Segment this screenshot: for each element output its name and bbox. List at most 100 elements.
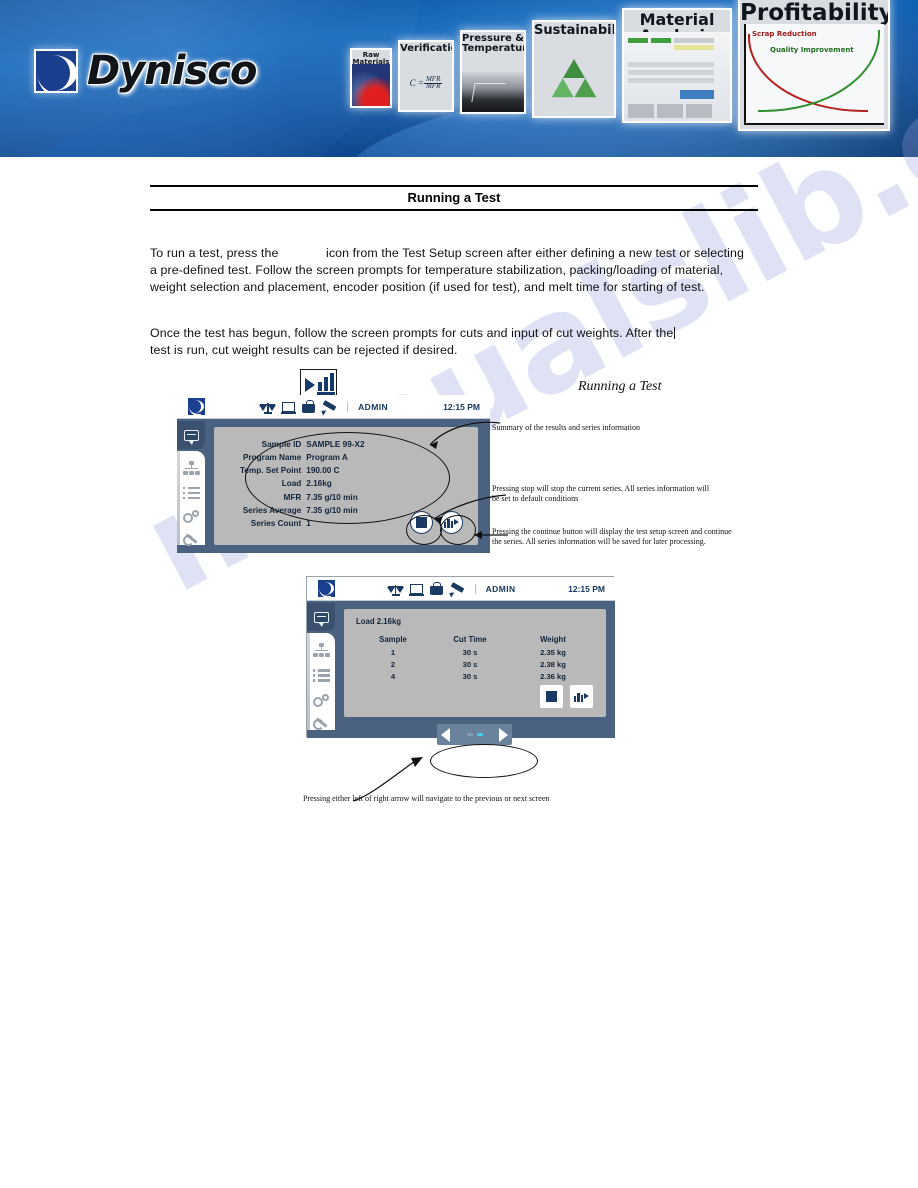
bar-2 bbox=[324, 377, 328, 391]
wrench-icon[interactable] bbox=[312, 718, 330, 730]
result-row: Load 2.16kg bbox=[240, 478, 365, 491]
play-triangle-icon bbox=[305, 378, 315, 392]
cell-cut-time: 30 s bbox=[462, 648, 478, 657]
banner-tile-verification: Verification C = MFR MFR bbox=[398, 40, 454, 112]
material-analysis-art bbox=[624, 32, 730, 121]
result-row: Program Name Program A bbox=[240, 452, 365, 465]
annotation-continue: Pressing the continue button will displa… bbox=[492, 527, 732, 547]
next-screen-arrow[interactable] bbox=[499, 727, 508, 742]
banner-tile-label: Sustainability bbox=[534, 23, 616, 38]
formula-denominator: MFR bbox=[425, 82, 441, 90]
title-rule-top bbox=[150, 185, 758, 187]
device-screenshot-2: ADMIN 12:15 PM Load 2.16kg Sample Cut Ti… bbox=[307, 577, 615, 745]
raw-materials-art bbox=[352, 64, 390, 106]
continue-button[interactable] bbox=[440, 511, 463, 534]
result-value: 1 bbox=[306, 518, 311, 528]
wrench-icon[interactable] bbox=[182, 534, 200, 545]
document-page: manualslib.com Running a Test To run a t… bbox=[0, 0, 918, 1188]
callout-ellipse-nav bbox=[430, 744, 538, 778]
device1-logo-icon bbox=[188, 398, 205, 416]
pen-icon[interactable] bbox=[450, 582, 465, 596]
cell-cut-time: 30 s bbox=[462, 672, 478, 681]
bar-1 bbox=[318, 382, 322, 391]
paragraph-1-lead: To run a test, press the bbox=[150, 246, 279, 260]
device2-logo-icon bbox=[318, 580, 335, 598]
result-key: Temp. Set Point bbox=[240, 466, 302, 476]
result-value: 7.35 g/10 min bbox=[306, 492, 358, 502]
list-icon[interactable] bbox=[312, 668, 330, 682]
cell-sample: 2 bbox=[390, 660, 396, 669]
dynisco-logo-mark-icon bbox=[34, 49, 78, 93]
cell-sample: 4 bbox=[390, 672, 396, 681]
gears-icon[interactable] bbox=[182, 510, 200, 523]
banner-tile-sustainability: Sustainability bbox=[532, 20, 616, 118]
result-key: Sample ID bbox=[261, 440, 302, 449]
result-value: 2.16kg bbox=[306, 479, 332, 489]
banner-tile-raw-materials: Raw Materials bbox=[350, 48, 392, 108]
bar-3 bbox=[330, 373, 334, 391]
pen-icon[interactable] bbox=[322, 400, 337, 414]
device2-load-label: Load 2.16kg bbox=[356, 617, 402, 626]
result-key: Load bbox=[281, 479, 302, 489]
stop-button[interactable] bbox=[540, 685, 563, 708]
table-row: 1 30 s 2.35 kg bbox=[358, 648, 594, 660]
cell-weight: 2.35 kg bbox=[540, 648, 566, 657]
dynisco-logo: Dynisco bbox=[34, 48, 257, 94]
device2-screen: Load 2.16kg Sample Cut Time Weight 1 30 … bbox=[344, 609, 606, 717]
sidebar-item-home[interactable] bbox=[177, 421, 205, 449]
device1-sidebar-list bbox=[177, 451, 205, 545]
device1-sidebar bbox=[177, 419, 205, 553]
device1-body: Sample ID SAMPLE 99-X2 Program Name Prog… bbox=[177, 419, 490, 553]
stop-button[interactable] bbox=[410, 511, 433, 534]
previous-screen-arrow[interactable] bbox=[441, 727, 450, 742]
continue-button[interactable] bbox=[570, 685, 593, 708]
result-value: 7.35 g/10 min bbox=[306, 505, 358, 515]
list-icon[interactable] bbox=[182, 486, 200, 499]
nav-page-dots bbox=[466, 733, 483, 736]
banner-tile-profitability: Profitability Scrap Reduction Quality Im… bbox=[738, 0, 890, 131]
result-row: Series Average 7.35 g/10 min bbox=[240, 505, 365, 518]
cell-weight: 2.38 kg bbox=[540, 660, 566, 669]
result-key: Series Average bbox=[242, 505, 302, 515]
annotation-stop: Pressing stop will stop the current seri… bbox=[492, 484, 710, 504]
device1-screen: Sample ID SAMPLE 99-X2 Program Name Prog… bbox=[214, 427, 478, 545]
scale-icon[interactable] bbox=[259, 400, 277, 414]
profitability-label-scrap: Scrap Reduction bbox=[752, 30, 817, 38]
formula-fraction: MFR MFR bbox=[423, 74, 443, 91]
table-row: 2 30 s 2.38 kg bbox=[358, 660, 594, 672]
device2-clock: 12:15 PM bbox=[568, 583, 605, 594]
header-banner: Dynisco Raw Materials Verification C = M… bbox=[0, 0, 918, 157]
weight-icon[interactable] bbox=[429, 581, 443, 595]
device2-user-label: ADMIN bbox=[474, 583, 516, 594]
column-header: Weight bbox=[540, 635, 566, 644]
banner-tile-label: Raw Materials bbox=[352, 51, 390, 66]
banner-tile-label: Pressure & Temperature bbox=[462, 33, 524, 54]
result-key: MFR bbox=[283, 492, 302, 502]
result-key: Series Count bbox=[250, 518, 302, 528]
nav-dot-active bbox=[476, 733, 483, 736]
banner-tile-pressure-temperature: Pressure & Temperature bbox=[460, 30, 526, 114]
pressure-temperature-art bbox=[462, 72, 524, 112]
scale-icon[interactable] bbox=[386, 582, 404, 596]
cell-cut-time: 30 s bbox=[462, 660, 478, 669]
gears-icon[interactable] bbox=[312, 693, 330, 707]
device2-nav-pill bbox=[437, 724, 512, 745]
weight-icon[interactable] bbox=[302, 399, 316, 413]
sidebar-item-home[interactable] bbox=[307, 603, 335, 631]
profitability-chart: Scrap Reduction Quality Improvement bbox=[744, 24, 884, 125]
monitor-icon[interactable] bbox=[281, 402, 297, 414]
network-icon[interactable] bbox=[312, 643, 330, 657]
table-row: 4 30 s 2.36 kg bbox=[358, 672, 594, 684]
network-icon[interactable] bbox=[182, 461, 200, 475]
banner-tile-label: Profitability bbox=[740, 0, 890, 26]
profitability-label-quality: Quality Improvement bbox=[770, 46, 854, 54]
monitor-icon[interactable] bbox=[408, 584, 424, 596]
result-row: Sample ID SAMPLE 99-X2 bbox=[240, 439, 365, 452]
continue-bars-icon bbox=[444, 517, 459, 528]
device2-status-icons bbox=[386, 581, 465, 596]
banner-filmstrip: Raw Materials Verification C = MFR MFR P… bbox=[348, 0, 918, 157]
chat-icon bbox=[183, 429, 199, 445]
paragraph-2: Once the test has begun, follow the scre… bbox=[150, 325, 735, 359]
device-screenshot-1: ADMIN 12:15 PM Sample ID SAMPLE 99-X2 Pr… bbox=[177, 395, 490, 553]
banner-tile-material-analysis: Material Analysis bbox=[622, 8, 732, 123]
